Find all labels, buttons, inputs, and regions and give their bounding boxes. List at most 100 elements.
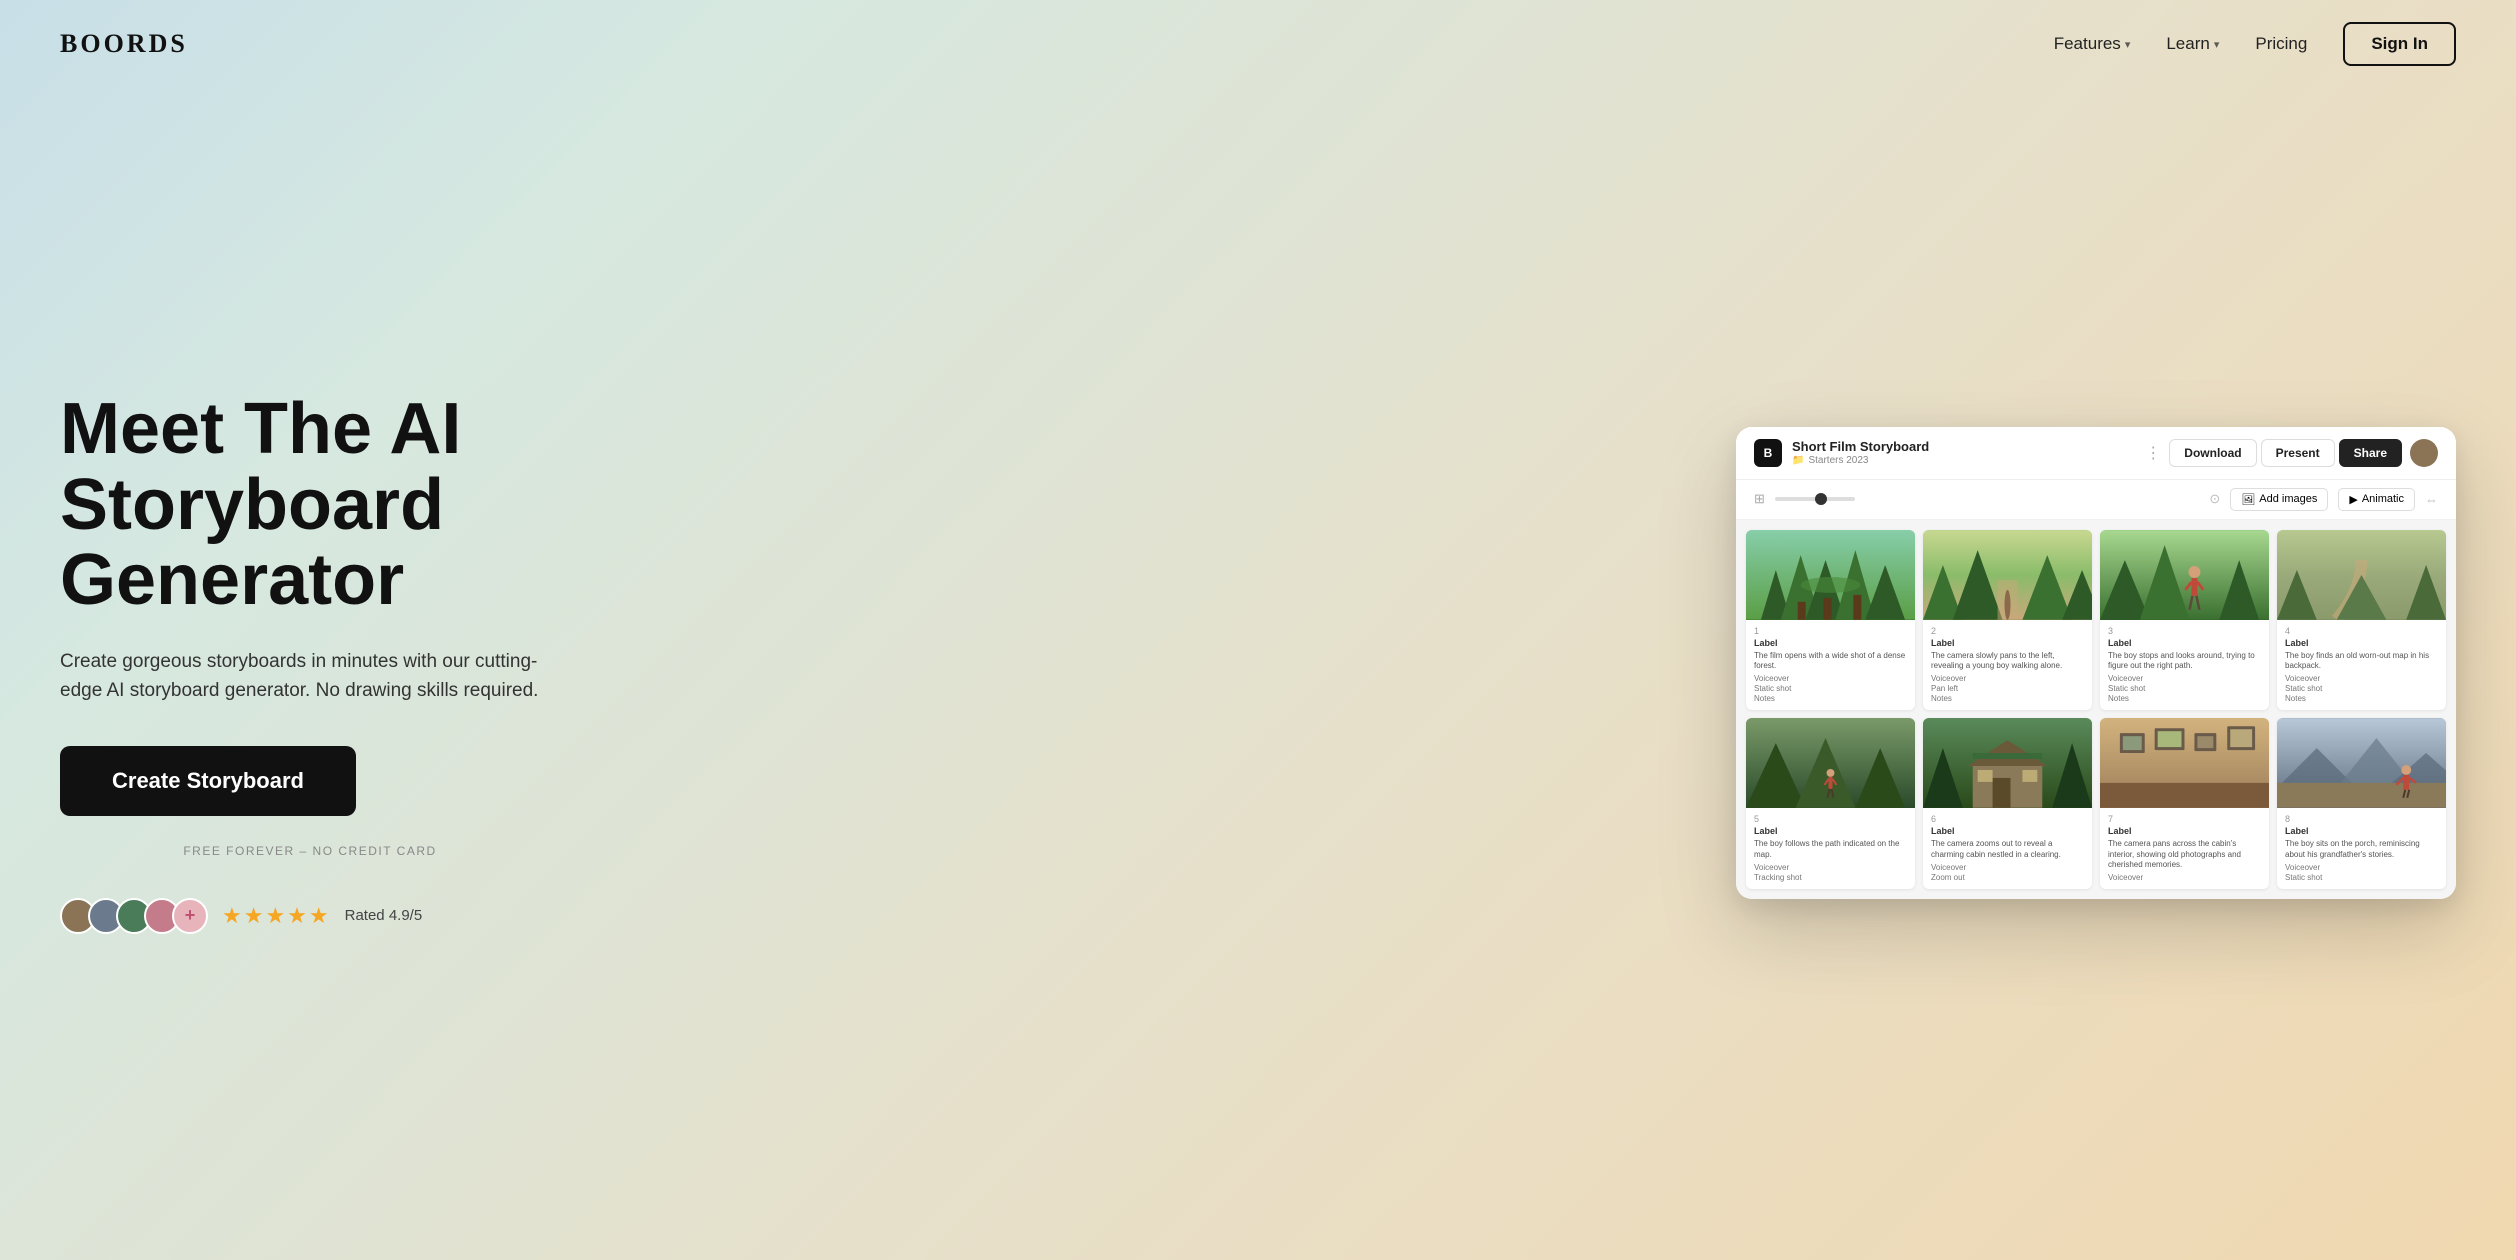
nav-links: Features ▾ Learn ▾ Pricing Sign In — [2054, 22, 2456, 66]
app-title: Short Film Storyboard — [1792, 439, 1929, 454]
user-avatars: + — [60, 898, 208, 934]
storyboard-cell-4[interactable]: 4 Label The boy finds an old worn-out ma… — [2277, 530, 2446, 711]
navigation: BOORDS Features ▾ Learn ▾ Pricing Sign I… — [0, 0, 2516, 88]
cell-6-number: 6 — [1931, 814, 2084, 824]
share-button[interactable]: Share — [2339, 439, 2402, 467]
app-screenshot: B Short Film Storyboard 📁 Starters 2023 … — [1736, 427, 2456, 900]
cell-image-8 — [2277, 718, 2446, 808]
search-icon[interactable]: ⊙ — [2209, 491, 2220, 507]
cell-3-field2: Static shot — [2108, 684, 2261, 693]
app-title-section: B Short Film Storyboard 📁 Starters 2023 — [1754, 439, 1929, 467]
create-storyboard-button[interactable]: Create Storyboard — [60, 746, 356, 816]
storyboard-cell-7[interactable]: 7 Label The camera pans across the cabin… — [2100, 718, 2269, 889]
cell-5-field1: Voiceover — [1754, 863, 1907, 872]
cell-4-field3: Notes — [2285, 694, 2438, 703]
cell-5-desc: The boy follows the path indicated on th… — [1754, 839, 1907, 860]
expand-icon[interactable]: ⇔ — [2425, 492, 2438, 507]
cell-7-desc: The camera pans across the cabin's inter… — [2108, 839, 2261, 870]
cell-4-label: Label — [2285, 638, 2438, 648]
cell-3-field1: Voiceover — [2108, 674, 2261, 683]
grid-icon[interactable]: ⊞ — [1754, 491, 1765, 507]
cell-1-desc: The film opens with a wide shot of a den… — [1754, 651, 1907, 672]
cell-1-label: Label — [1754, 638, 1907, 648]
add-images-button[interactable]: 🖼 Add images — [2230, 488, 2328, 511]
pricing-nav-link[interactable]: Pricing — [2255, 34, 2307, 54]
cell-8-number: 8 — [2285, 814, 2438, 824]
storyboard-cell-3[interactable]: 3 Label The boy stops and looks around, … — [2100, 530, 2269, 711]
cell-3-label: Label — [2108, 638, 2261, 648]
avatar-more: + — [172, 898, 208, 934]
cell-6-label: Label — [1931, 826, 2084, 836]
cell-8-label: Label — [2285, 826, 2438, 836]
cell-3-number: 3 — [2108, 626, 2261, 636]
cell-5-field2: Tracking shot — [1754, 873, 1907, 882]
storyboard-cell-6[interactable]: 6 Label The camera zooms out to reveal a… — [1923, 718, 2092, 889]
cell-2-desc: The camera slowly pans to the left, reve… — [1931, 651, 2084, 672]
cell-6-field2: Zoom out — [1931, 873, 2084, 882]
storyboard-cell-1[interactable]: 1 Label The film opens with a wide shot … — [1746, 530, 1915, 711]
app-subtitle: 📁 Starters 2023 — [1792, 455, 1929, 466]
cell-7-number: 7 — [2108, 814, 2261, 824]
sign-in-button[interactable]: Sign In — [2343, 22, 2456, 66]
learn-chevron-icon: ▾ — [2214, 38, 2220, 51]
cell-6-desc: The camera zooms out to reveal a charmin… — [1931, 839, 2084, 860]
cell-image-1 — [1746, 530, 1915, 620]
cell-2-number: 2 — [1931, 626, 2084, 636]
cell-1-number: 1 — [1754, 626, 1907, 636]
cell-3-field3: Notes — [2108, 694, 2261, 703]
hero-left: Meet The AI Storyboard Generator Create … — [60, 392, 560, 934]
user-avatar — [2410, 439, 2438, 467]
learn-nav-link[interactable]: Learn ▾ — [2166, 34, 2219, 54]
cell-3-desc: The boy stops and looks around, trying t… — [2108, 651, 2261, 672]
cell-image-5 — [1746, 718, 1915, 808]
stars: ★★★★★ — [222, 903, 331, 929]
cell-2-label: Label — [1931, 638, 2084, 648]
rating-row: + ★★★★★ Rated 4.9/5 — [60, 898, 560, 934]
present-button[interactable]: Present — [2261, 439, 2335, 467]
features-nav-link[interactable]: Features ▾ — [2054, 34, 2131, 54]
storyboard-cell-5[interactable]: 5 Label The boy follows the path indicat… — [1746, 718, 1915, 889]
cta-subtext: FREE FOREVER – NO CREDIT CARD — [60, 844, 560, 858]
cell-image-3 — [2100, 530, 2269, 620]
app-toolbar2: ⊞ ⊙ 🖼 Add images ▶ Animatic ⇔ — [1736, 480, 2456, 520]
cell-2-field1: Voiceover — [1931, 674, 2084, 683]
cell-5-number: 5 — [1754, 814, 1907, 824]
image-icon: 🖼 — [2241, 493, 2255, 506]
animatic-button[interactable]: ▶ Animatic — [2338, 488, 2415, 511]
hero-right: B Short Film Storyboard 📁 Starters 2023 … — [620, 427, 2456, 900]
hero-title: Meet The AI Storyboard Generator — [60, 392, 560, 619]
folder-icon: 📁 — [1792, 455, 1804, 466]
cell-2-field2: Pan left — [1931, 684, 2084, 693]
cell-8-field1: Voiceover — [2285, 863, 2438, 872]
zoom-slider[interactable] — [1775, 497, 1855, 501]
storyboard-cell-2[interactable]: 2 Label The camera slowly pans to the le… — [1923, 530, 2092, 711]
play-icon: ▶ — [2349, 493, 2357, 506]
cell-image-6 — [1923, 718, 2092, 808]
hero-subtitle: Create gorgeous storyboards in minutes w… — [60, 647, 560, 706]
more-options-icon[interactable]: ⋮ — [2145, 443, 2161, 463]
cell-2-field3: Notes — [1931, 694, 2084, 703]
app-logo-icon: B — [1754, 439, 1782, 467]
cell-5-label: Label — [1754, 826, 1907, 836]
cell-7-field1: Voiceover — [2108, 873, 2261, 882]
features-chevron-icon: ▾ — [2125, 38, 2131, 51]
cell-image-4 — [2277, 530, 2446, 620]
cell-4-field2: Static shot — [2285, 684, 2438, 693]
cell-4-number: 4 — [2285, 626, 2438, 636]
cell-1-field3: Notes — [1754, 694, 1907, 703]
app-topbar: B Short Film Storyboard 📁 Starters 2023 … — [1736, 427, 2456, 480]
cell-8-field2: Static shot — [2285, 873, 2438, 882]
cell-7-label: Label — [2108, 826, 2261, 836]
rating-text: Rated 4.9/5 — [345, 907, 423, 924]
cell-1-field1: Voiceover — [1754, 674, 1907, 683]
cell-8-desc: The boy sits on the porch, reminiscing a… — [2285, 839, 2438, 860]
hero-section: Meet The AI Storyboard Generator Create … — [0, 88, 2516, 1258]
cell-6-field1: Voiceover — [1931, 863, 2084, 872]
cell-image-7 — [2100, 718, 2269, 808]
storyboard-cell-8[interactable]: 8 Label The boy sits on the porch, remin… — [2277, 718, 2446, 889]
storyboard-grid: 1 Label The film opens with a wide shot … — [1736, 520, 2456, 900]
download-button[interactable]: Download — [2169, 439, 2256, 467]
cell-1-field2: Static shot — [1754, 684, 1907, 693]
logo: BOORDS — [60, 29, 188, 59]
cell-image-2 — [1923, 530, 2092, 620]
